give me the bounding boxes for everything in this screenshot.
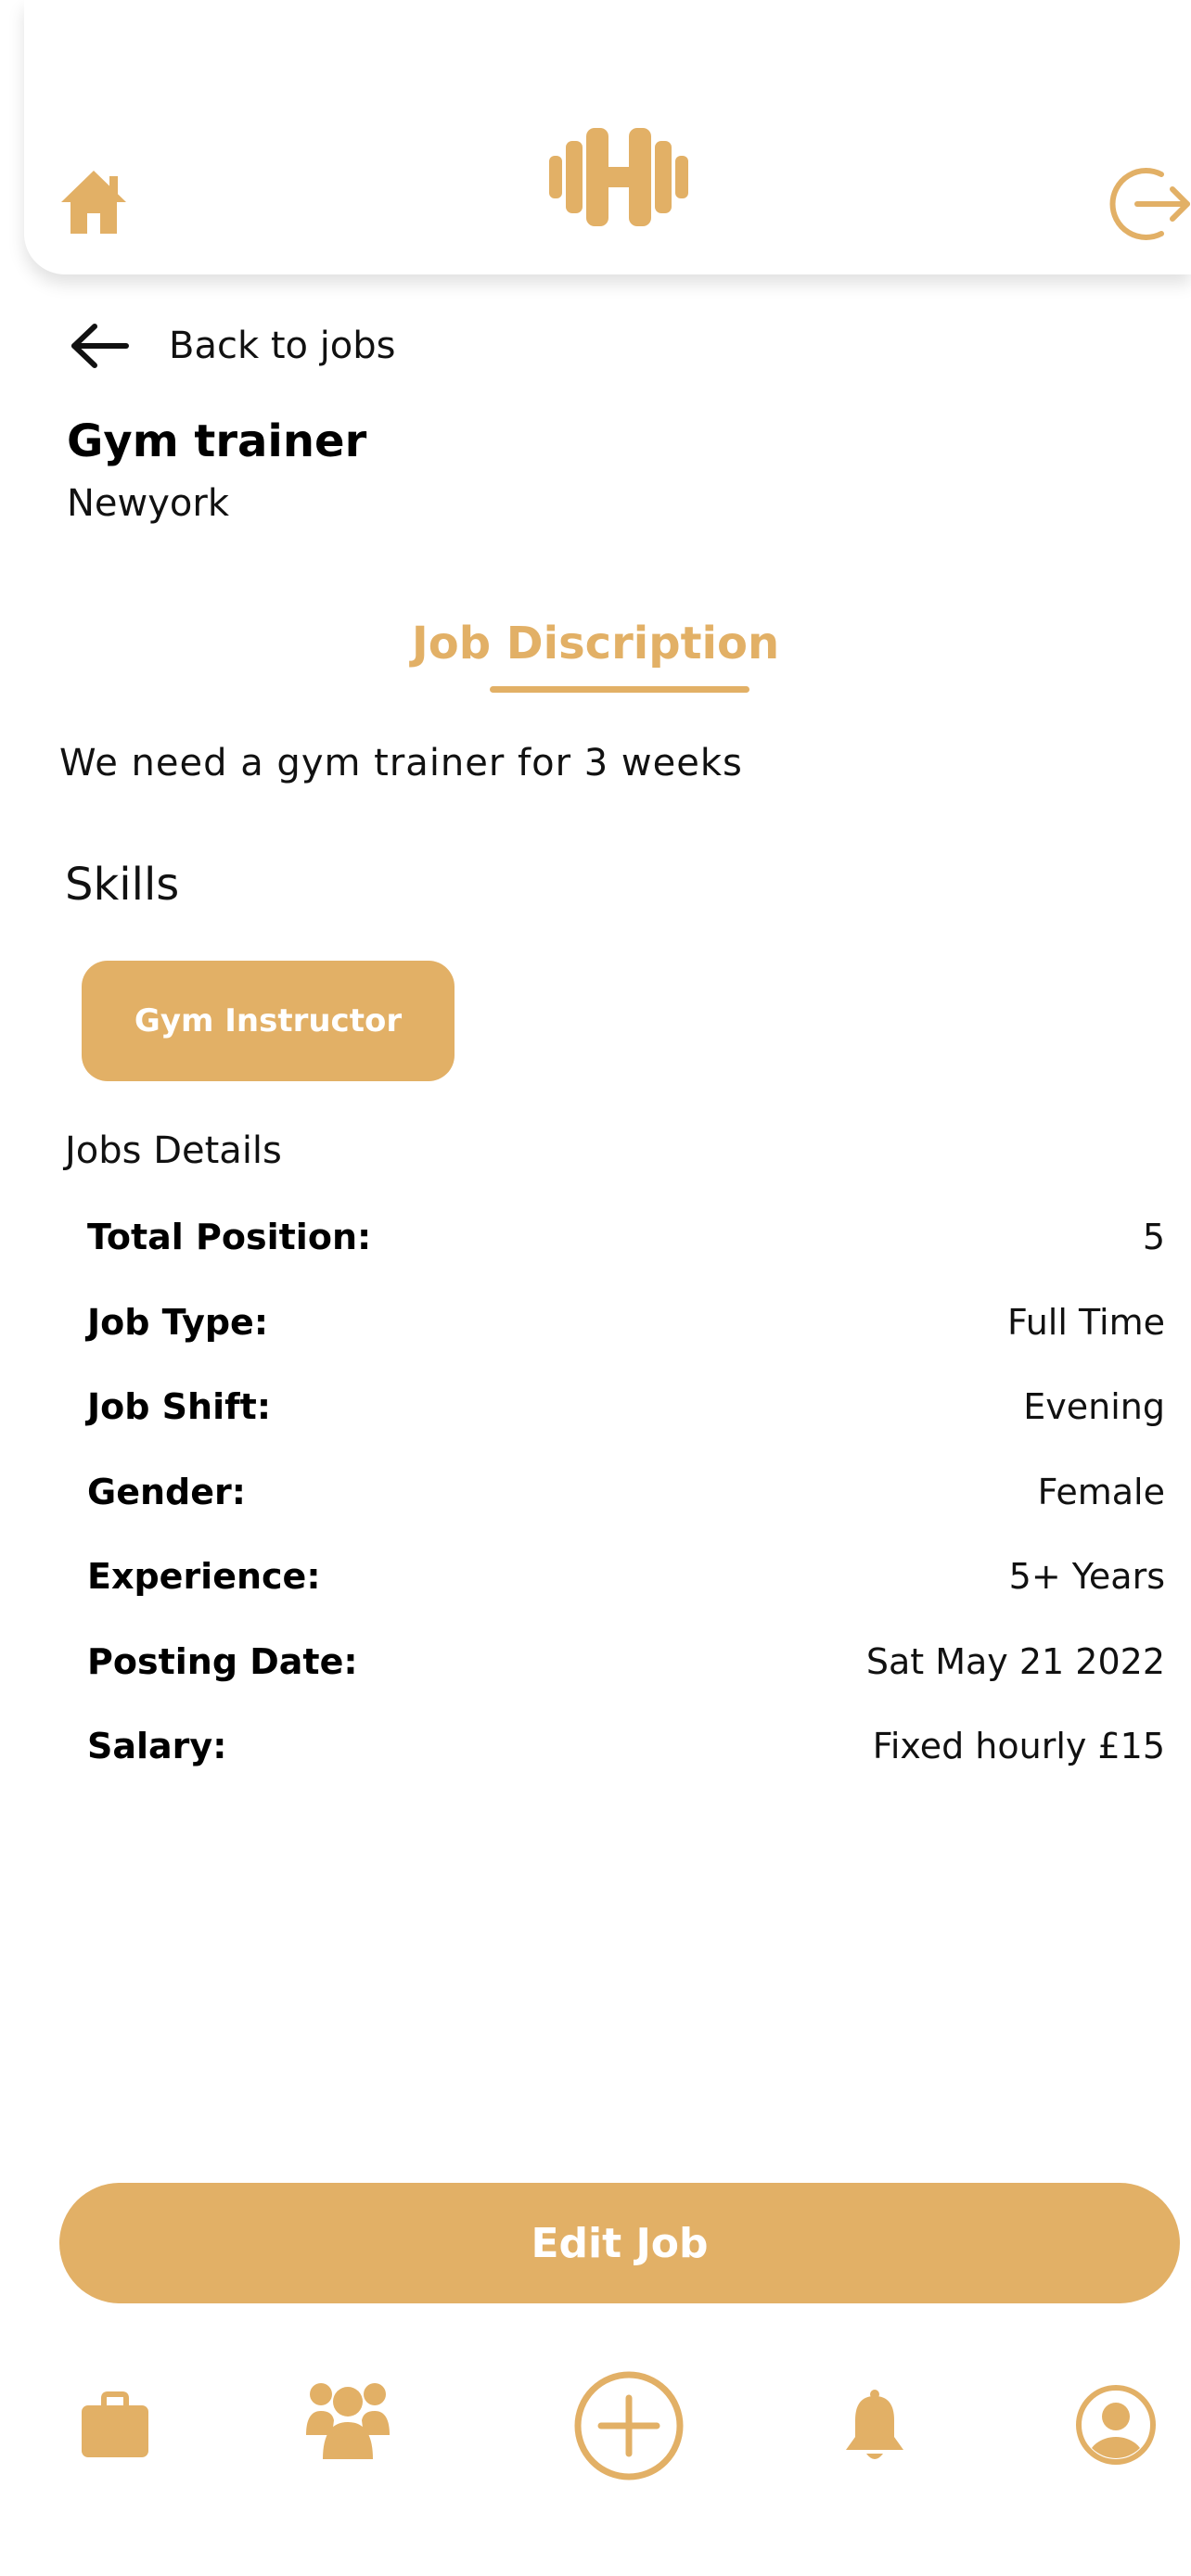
detail-row-job-type: Job Type: Full Time [87, 1302, 1165, 1387]
detail-label: Posting Date: [87, 1640, 358, 1682]
job-location: Newyork [67, 482, 229, 525]
users-icon[interactable] [304, 2379, 391, 2459]
detail-label: Experience: [87, 1556, 321, 1597]
detail-label: Job Shift: [87, 1386, 272, 1427]
tab-active-indicator [490, 686, 749, 693]
jobs-details-heading: Jobs Details [65, 1129, 282, 1172]
edit-job-button[interactable]: Edit Job [59, 2183, 1180, 2303]
job-details-list: Total Position: 5 Job Type: Full Time Jo… [87, 1217, 1165, 1811]
detail-label: Gender: [87, 1471, 246, 1512]
job-title: Gym trainer [67, 415, 367, 467]
logout-icon[interactable] [1106, 163, 1191, 245]
home-icon[interactable] [58, 167, 130, 237]
detail-row-posting-date: Posting Date: Sat May 21 2022 [87, 1641, 1165, 1727]
detail-label: Salary: [87, 1726, 227, 1766]
detail-value: Sat May 21 2022 [865, 1640, 1165, 1682]
arrow-left-icon [71, 324, 129, 368]
detail-value: Fixed hourly £15 [872, 1726, 1165, 1766]
detail-label: Total Position: [87, 1217, 372, 1257]
bell-icon[interactable] [842, 2389, 907, 2465]
detail-row-job-shift: Job Shift: Evening [87, 1386, 1165, 1472]
profile-icon[interactable] [1076, 2385, 1156, 2465]
skill-chip: Gym Instructor [82, 961, 455, 1081]
tab-job-description[interactable]: Job Discription [0, 618, 1191, 670]
detail-row-experience: Experience: 5+ Years [87, 1556, 1165, 1641]
briefcase-icon[interactable] [80, 2391, 150, 2459]
skills-heading: Skills [65, 859, 180, 911]
back-to-jobs-link[interactable]: Back to jobs [69, 313, 396, 378]
back-to-jobs-label: Back to jobs [169, 325, 396, 367]
detail-value: Female [1037, 1471, 1165, 1512]
detail-value: 5+ Years [1008, 1556, 1165, 1597]
detail-row-gender: Gender: Female [87, 1472, 1165, 1557]
detail-label: Job Type: [87, 1301, 269, 1343]
detail-value: Evening [1023, 1386, 1165, 1427]
detail-value: Full Time [1006, 1301, 1165, 1343]
dumbbell-icon [549, 128, 688, 226]
detail-value: 5 [1142, 1217, 1165, 1257]
job-description-text: We need a gym trainer for 3 weeks [59, 742, 743, 784]
plus-circle-icon[interactable] [573, 2370, 685, 2481]
detail-row-total-position: Total Position: 5 [87, 1217, 1165, 1302]
detail-row-salary: Salary: Fixed hourly £15 [87, 1726, 1165, 1811]
